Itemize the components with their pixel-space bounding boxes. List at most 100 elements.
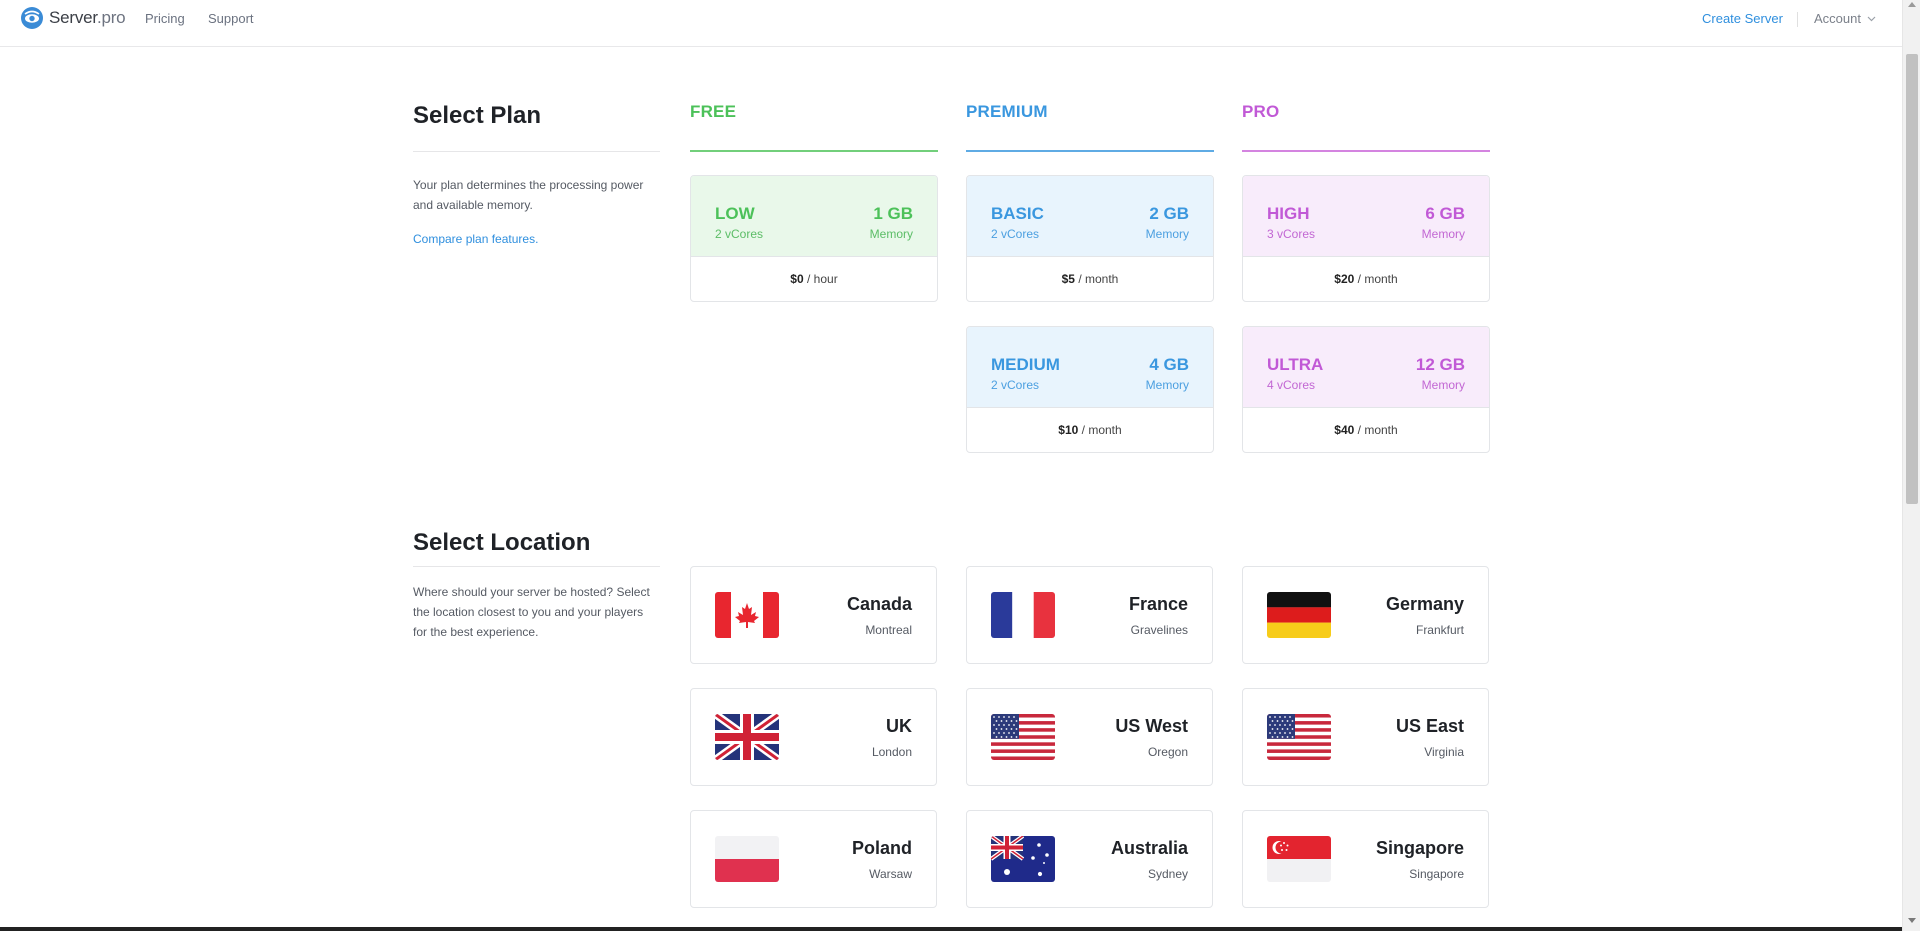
plan-price: $0 / hour <box>691 256 937 301</box>
plan-cores: 2 vCores <box>991 227 1040 241</box>
plan-price: $20 / month <box>1243 256 1489 301</box>
location-city: Frankfurt <box>1415 623 1464 637</box>
location-card-australia[interactable]: Australia Sydney <box>966 810 1213 908</box>
plan-cores: 4 vCores <box>1267 378 1316 392</box>
plan-header: MEDIUM 2 vCores 4 GB Memory <box>967 327 1213 407</box>
select-location-divider <box>413 566 660 567</box>
nav-divider <box>1797 12 1798 27</box>
create-server-link[interactable]: Create Server <box>1702 11 1783 26</box>
brand-logo[interactable]: Server.pro <box>20 6 126 30</box>
location-country: US East <box>1395 716 1464 736</box>
location-card-poland[interactable]: Poland Warsaw <box>690 810 937 908</box>
tier-pro-divider <box>1242 150 1490 152</box>
location-city: Montreal <box>865 623 912 637</box>
top-navigation: Server.pro Pricing Support Create Server… <box>0 0 1902 47</box>
location-card-singapore[interactable]: Singapore Singapore <box>1242 810 1489 908</box>
nav-support-link[interactable]: Support <box>208 11 254 26</box>
france-flag-icon <box>991 592 1055 638</box>
location-city: Virginia <box>1424 745 1464 759</box>
chevron-down-icon <box>1867 16 1876 21</box>
select-location-description: Where should your server be hosted? Sele… <box>413 585 650 639</box>
location-country: US West <box>1115 716 1188 736</box>
plan-cores: 2 vCores <box>715 227 764 241</box>
usa-flag-icon <box>1267 714 1331 760</box>
tier-free-title: FREE <box>690 102 737 121</box>
location-country: Singapore <box>1375 838 1464 858</box>
plan-memory-label: Memory <box>1421 227 1465 241</box>
plan-price: $40 / month <box>1243 407 1489 452</box>
tier-free-divider <box>690 150 938 152</box>
plan-memory-label: Memory <box>1145 227 1189 241</box>
plan-card-medium[interactable]: MEDIUM 2 vCores 4 GB Memory $10 / month <box>966 326 1214 453</box>
scroll-down-arrow-icon[interactable] <box>1908 918 1916 923</box>
plan-memory-label: Memory <box>1421 378 1465 392</box>
location-country: France <box>1128 594 1188 614</box>
location-city: Gravelines <box>1130 623 1188 637</box>
location-country: Canada <box>846 594 912 614</box>
plan-memory: 2 GB <box>1149 204 1189 223</box>
scroll-up-arrow-icon[interactable] <box>1908 2 1916 7</box>
plan-memory: 6 GB <box>1425 204 1465 223</box>
location-city: London <box>871 745 912 759</box>
brand-name: Server.pro <box>49 8 126 27</box>
singapore-flag-icon <box>1267 836 1331 882</box>
plan-card-low[interactable]: LOW 2 vCores 1 GB Memory $0 / hour <box>690 175 938 302</box>
plan-header: ULTRA 4 vCores 12 GB Memory <box>1243 327 1489 407</box>
plan-name: LOW <box>715 204 755 223</box>
plan-price: $10 / month <box>967 407 1213 452</box>
australia-flag-icon <box>991 836 1055 882</box>
select-location-title: Select Location <box>413 529 591 556</box>
tier-pro-title: PRO <box>1242 102 1280 121</box>
uk-flag-icon <box>715 714 779 760</box>
location-card-germany[interactable]: Germany Frankfurt <box>1242 566 1489 664</box>
compare-plan-features-link[interactable]: Compare plan features. <box>413 232 538 246</box>
plan-name: MEDIUM <box>991 355 1060 374</box>
location-country: Germany <box>1385 594 1464 614</box>
location-card-us-west[interactable]: US West Oregon <box>966 688 1213 786</box>
location-card-canada[interactable]: Canada Montreal <box>690 566 937 664</box>
location-country: Poland <box>851 838 912 858</box>
germany-flag-icon <box>1267 592 1331 638</box>
location-city: Sydney <box>1147 867 1188 881</box>
plan-card-basic[interactable]: BASIC 2 vCores 2 GB Memory $5 / month <box>966 175 1214 302</box>
plan-price: $5 / month <box>967 256 1213 301</box>
plan-name: HIGH <box>1267 204 1310 223</box>
window-bottom-edge <box>0 927 1902 931</box>
page-scrollbar[interactable] <box>1902 0 1920 931</box>
location-city: Warsaw <box>869 867 912 881</box>
plan-memory: 12 GB <box>1415 355 1465 374</box>
location-city: Singapore <box>1409 867 1464 881</box>
account-menu[interactable]: Account <box>1814 11 1876 26</box>
plan-memory: 1 GB <box>873 204 913 223</box>
location-country: Australia <box>1110 838 1188 858</box>
plan-header: BASIC 2 vCores 2 GB Memory <box>967 176 1213 256</box>
scrollbar-thumb[interactable] <box>1906 54 1918 504</box>
usa-flag-icon <box>991 714 1055 760</box>
location-card-us-east[interactable]: US East Virginia <box>1242 688 1489 786</box>
plan-card-ultra[interactable]: ULTRA 4 vCores 12 GB Memory $40 / month <box>1242 326 1490 453</box>
plan-header: LOW 2 vCores 1 GB Memory <box>691 176 937 256</box>
account-label: Account <box>1814 11 1861 26</box>
select-plan-description: Your plan determines the processing powe… <box>413 178 644 212</box>
plan-memory: 4 GB <box>1149 355 1189 374</box>
plan-cores: 2 vCores <box>991 378 1040 392</box>
plan-card-high[interactable]: HIGH 3 vCores 6 GB Memory $20 / month <box>1242 175 1490 302</box>
plan-memory-label: Memory <box>1145 378 1189 392</box>
plan-name: BASIC <box>991 204 1044 223</box>
location-card-france[interactable]: France Gravelines <box>966 566 1213 664</box>
plan-cores: 3 vCores <box>1267 227 1316 241</box>
tier-premium-divider <box>966 150 1214 152</box>
plan-header: HIGH 3 vCores 6 GB Memory <box>1243 176 1489 256</box>
plan-memory-label: Memory <box>869 227 913 241</box>
location-country: UK <box>886 716 912 736</box>
location-card-uk[interactable]: UK London <box>690 688 937 786</box>
canada-flag-icon <box>715 592 779 638</box>
nav-pricing-link[interactable]: Pricing <box>145 11 185 26</box>
server-pro-logo-icon <box>21 7 43 29</box>
tier-premium-title: PREMIUM <box>966 102 1048 121</box>
poland-flag-icon <box>715 836 779 882</box>
plan-name: ULTRA <box>1267 355 1324 374</box>
select-plan-divider <box>413 151 660 152</box>
location-city: Oregon <box>1147 745 1188 759</box>
select-plan-title: Select Plan <box>413 102 542 129</box>
